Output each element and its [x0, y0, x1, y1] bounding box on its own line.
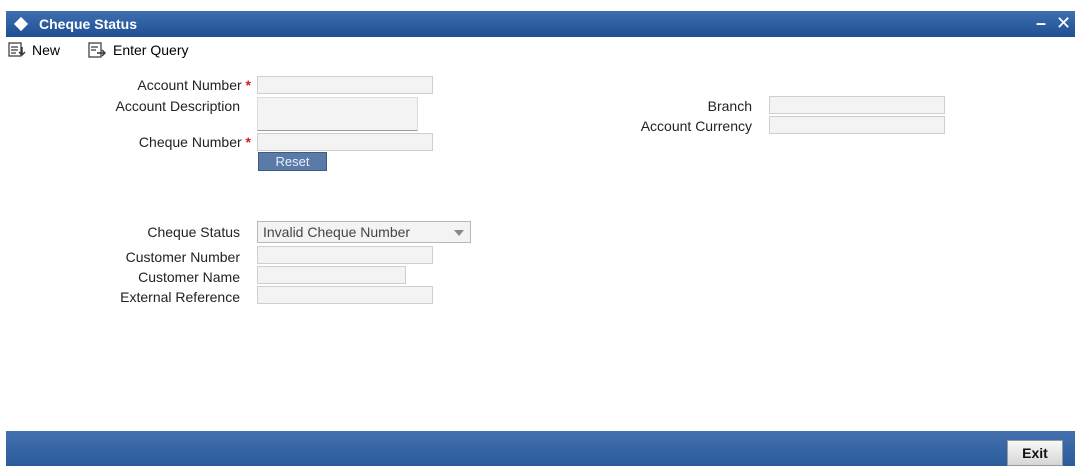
customer-number-input[interactable]: [257, 246, 433, 264]
account-currency-label: Account Currency: [640, 118, 752, 134]
footer-bar: Exit: [6, 431, 1075, 466]
cheque-number-input[interactable]: [257, 133, 433, 151]
cheque-status-select[interactable]: Invalid Cheque Number: [257, 221, 471, 243]
reset-button[interactable]: Reset: [258, 152, 327, 171]
required-marker: *: [245, 77, 251, 93]
diamond-icon: [13, 16, 29, 32]
new-label: New: [32, 42, 61, 58]
customer-name-label: Customer Name: [138, 269, 240, 285]
account-number-input[interactable]: [257, 76, 433, 94]
customer-number-label: Customer Number: [125, 249, 240, 265]
enter-query-icon: [88, 42, 106, 58]
external-reference-label: External Reference: [120, 289, 240, 305]
toolbar: New Enter Query: [6, 37, 1075, 61]
account-number-label: Account Number *: [137, 77, 251, 93]
close-button[interactable]: ✕: [1056, 12, 1071, 34]
new-record-icon: [8, 42, 26, 57]
window-title: Cheque Status: [39, 16, 138, 32]
cheque-status-value: Invalid Cheque Number: [263, 224, 411, 240]
branch-label: Branch: [707, 98, 752, 114]
enter-query-label: Enter Query: [113, 42, 189, 58]
cheque-status-label: Cheque Status: [147, 224, 240, 240]
cheque-number-label: Cheque Number *: [138, 134, 251, 150]
account-currency-input[interactable]: [769, 116, 945, 134]
exit-button[interactable]: Exit: [1007, 440, 1063, 466]
chevron-down-icon: [454, 230, 464, 236]
title-bar: Cheque Status – ✕: [6, 11, 1075, 37]
branch-input[interactable]: [769, 96, 945, 114]
external-reference-input[interactable]: [257, 286, 433, 304]
account-description-field[interactable]: [257, 97, 418, 131]
minimize-button[interactable]: –: [1036, 12, 1046, 34]
customer-name-input[interactable]: [257, 266, 406, 284]
cheque-status-window: Cheque Status – ✕ New Enter Query Accoun…: [6, 11, 1075, 466]
enter-query-button[interactable]: Enter Query: [87, 41, 188, 59]
required-marker: *: [245, 134, 251, 150]
new-button[interactable]: New: [8, 41, 60, 59]
account-description-label: Account Description: [115, 98, 240, 114]
